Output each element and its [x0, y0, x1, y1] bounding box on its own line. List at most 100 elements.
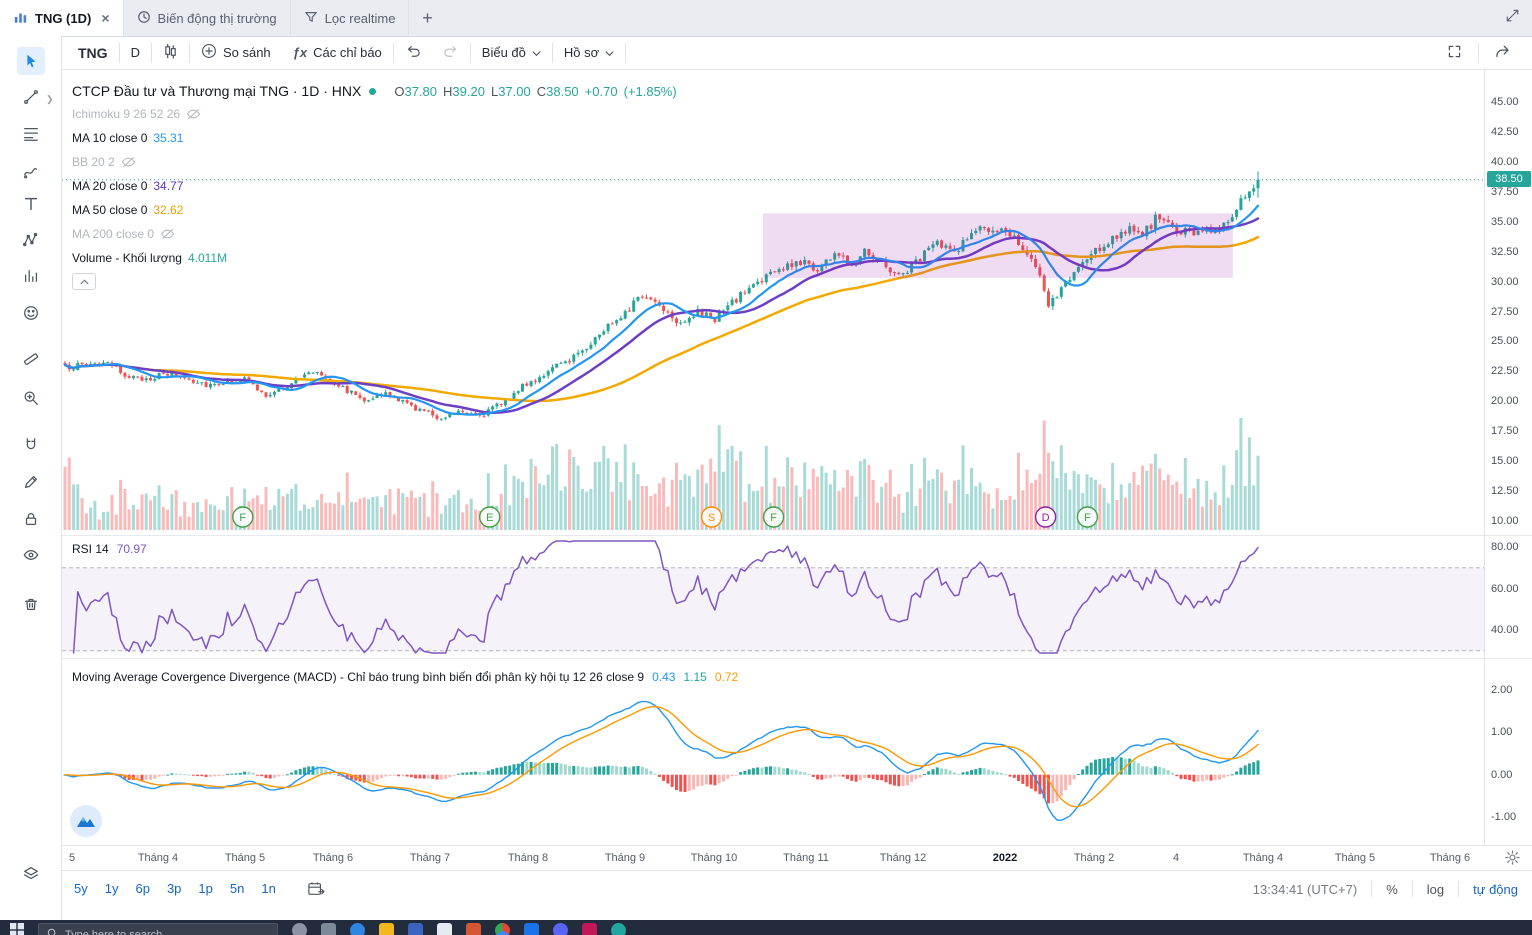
svg-text:E: E: [486, 512, 493, 524]
share-icon: [1494, 43, 1511, 62]
eye-off-icon[interactable]: [160, 228, 175, 240]
close-icon[interactable]: ×: [101, 11, 109, 25]
time-label: Tháng 11: [783, 852, 829, 864]
axis-settings-gear-icon[interactable]: [1505, 850, 1520, 868]
app-icon[interactable]: [379, 923, 394, 935]
chevron-down-icon: [605, 45, 614, 60]
share-button[interactable]: [1483, 43, 1522, 62]
indicators-button[interactable]: ƒx Các chỉ báo: [282, 36, 393, 69]
macd-pane[interactable]: [62, 658, 1484, 845]
platform-logo[interactable]: [70, 805, 102, 837]
zoom-in-tool[interactable]: [17, 384, 45, 412]
emoji-tool[interactable]: [17, 299, 45, 327]
trend-line-tool[interactable]: [17, 83, 45, 111]
chart-menu-button[interactable]: Biểu đồ: [471, 36, 552, 69]
price-tick: 17.50: [1491, 424, 1519, 438]
macd-tick: 2.00: [1491, 683, 1512, 697]
windows-taskbar: Type here to search: [0, 920, 1532, 935]
range-5d[interactable]: 5n: [230, 881, 244, 896]
price-axis[interactable]: 45.0042.5040.0037.5035.0032.5030.0027.50…: [1484, 70, 1532, 845]
app-icon[interactable]: [350, 923, 365, 935]
time-label: Tháng 4: [138, 852, 178, 864]
indicator-row-ma200: MA 200 close 0: [72, 222, 677, 246]
app-icon[interactable]: [437, 923, 452, 935]
tab-tng-1d[interactable]: TNG (1D) ×: [0, 0, 124, 36]
price-tick: 12.50: [1491, 484, 1519, 498]
undo-icon: [405, 44, 421, 61]
measure-ruler-tool[interactable]: [17, 345, 45, 373]
hide-drawings-tool[interactable]: [17, 541, 45, 569]
app-icon[interactable]: [611, 923, 626, 935]
fullscreen-button[interactable]: [1435, 43, 1474, 63]
tab-bar: TNG (1D) × Biến động thị trường Lọc real…: [0, 0, 1532, 37]
undo-button[interactable]: [394, 36, 432, 69]
range-6m[interactable]: 6p: [135, 881, 149, 896]
svg-text:F: F: [770, 512, 777, 524]
start-button[interactable]: [10, 923, 24, 935]
expand-window-icon[interactable]: [1505, 8, 1520, 28]
time-axis[interactable]: 5Tháng 4Tháng 5Tháng 6Tháng 7Tháng 8Thán…: [62, 845, 1532, 870]
time-label: Tháng 12: [880, 852, 926, 864]
compare-button[interactable]: So sánh: [190, 36, 282, 69]
layers-icon[interactable]: [17, 860, 45, 888]
tab-label: Lọc realtime: [325, 11, 396, 26]
lock-tool[interactable]: [17, 505, 45, 533]
xabcd-pattern-tool[interactable]: [17, 226, 45, 254]
go-to-date-button[interactable]: [307, 881, 325, 897]
app-icon[interactable]: [321, 923, 336, 935]
app-icon[interactable]: [408, 923, 423, 935]
price-tick: 27.50: [1491, 305, 1519, 319]
interval-button[interactable]: D: [120, 36, 151, 69]
taskbar-search-input[interactable]: Type here to search: [38, 923, 278, 935]
redo-icon: [443, 44, 459, 61]
draw-pencil-tool[interactable]: [17, 468, 45, 496]
chart-legend: CTCP Đầu tư và Thương mại TNG · 1D · HNX…: [72, 80, 677, 290]
range-5y[interactable]: 5y: [74, 881, 88, 896]
legend-collapse-button[interactable]: [72, 273, 96, 290]
delete-drawings-tool[interactable]: [17, 590, 45, 618]
search-placeholder: Type here to search: [65, 929, 162, 935]
fib-retracement-tool[interactable]: [17, 120, 45, 148]
app-icon[interactable]: [466, 923, 481, 935]
symbol-button[interactable]: TNG: [62, 36, 119, 69]
app-icon[interactable]: [292, 923, 307, 935]
profile-menu-button[interactable]: Hồ sơ: [553, 36, 625, 69]
time-label: 5: [69, 852, 75, 864]
range-1m[interactable]: 1p: [198, 881, 212, 896]
cursor-tool[interactable]: [17, 47, 45, 75]
rsi-legend: RSI 14 70.97: [72, 542, 147, 556]
log-scale-button[interactable]: log: [1427, 882, 1444, 897]
profile-menu-label: Hồ sơ: [564, 45, 599, 60]
auto-scale-button[interactable]: tự động: [1473, 882, 1518, 897]
range-1d[interactable]: 1n: [261, 881, 275, 896]
app-icon[interactable]: [524, 923, 539, 935]
range-3m[interactable]: 3p: [167, 881, 181, 896]
time-label: Tháng 6: [1430, 852, 1470, 864]
app-icon[interactable]: [582, 923, 597, 935]
macd-hist-value: 0.43: [652, 670, 675, 684]
rsi-pane[interactable]: [62, 535, 1484, 658]
rail-expand-icon[interactable]: ❯: [46, 94, 54, 105]
percent-scale-button[interactable]: %: [1386, 882, 1398, 897]
redo-button[interactable]: [432, 36, 470, 69]
chevron-down-icon: [532, 45, 541, 60]
text-tool[interactable]: [17, 190, 45, 218]
tab-realtime-filter[interactable]: Lọc realtime: [291, 0, 410, 36]
app-icon[interactable]: [553, 923, 568, 935]
magnet-tool[interactable]: [17, 431, 45, 459]
rsi-value: 70.97: [117, 542, 147, 556]
tab-market-moves[interactable]: Biến động thị trường: [124, 0, 291, 36]
forecast-tool[interactable]: [17, 262, 45, 290]
time-label: Tháng 4: [1243, 852, 1283, 864]
eye-off-icon[interactable]: [186, 108, 201, 120]
fullscreen-icon: [1446, 43, 1463, 63]
time-label: Tháng 10: [691, 852, 737, 864]
new-tab-button[interactable]: +: [409, 0, 445, 36]
range-1y[interactable]: 1y: [105, 881, 119, 896]
chart-style-button[interactable]: [152, 36, 189, 69]
brush-tool[interactable]: [17, 157, 45, 185]
eye-off-icon[interactable]: [121, 156, 136, 168]
browser-app-icon[interactable]: [495, 923, 510, 935]
indicator-row-volume: Volume - Khối lượng 4.011M: [72, 246, 677, 270]
macd-line-value: 1.15: [683, 670, 706, 684]
